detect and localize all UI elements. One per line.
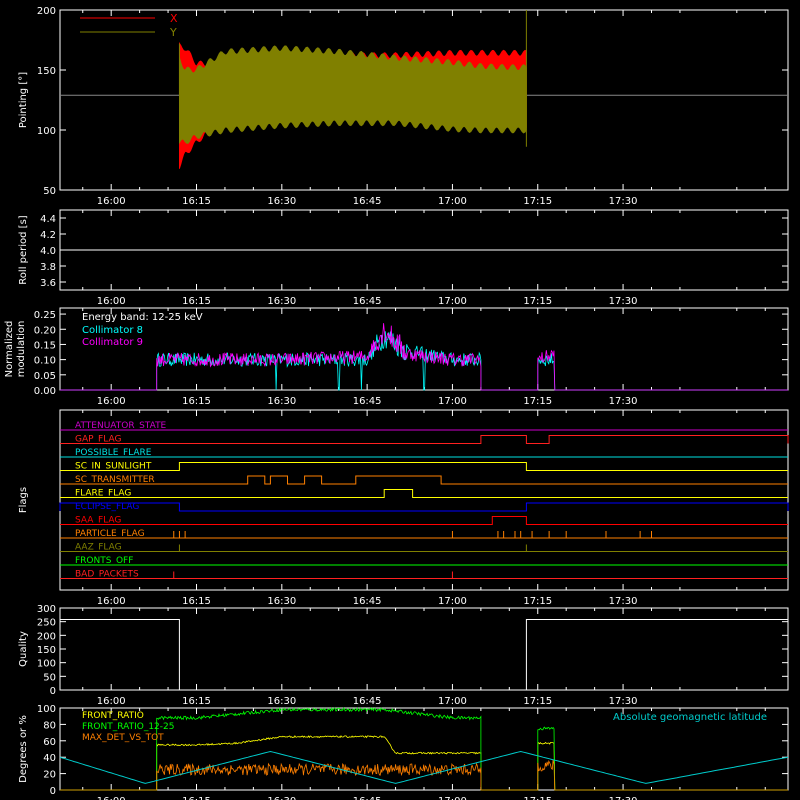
y-tick-label: 0.20 <box>34 325 56 336</box>
x-tick-label: 17:00 <box>438 196 467 207</box>
x-tick-label: 17:15 <box>523 696 552 707</box>
legend-label-x: X <box>170 12 178 25</box>
x-tick-label: 16:30 <box>267 296 296 307</box>
y-axis-label: Roll period [s] <box>18 215 29 284</box>
x-tick-label: 17:30 <box>609 396 638 407</box>
x-tick-label: 16:30 <box>267 396 296 407</box>
legend-label-front-ratio-12-25: FRONT_RATIO_12-25 <box>82 722 174 732</box>
y-tick-label: 100 <box>37 126 56 137</box>
x-tick-label: 17:15 <box>523 396 552 407</box>
y-tick-label: 50 <box>43 672 56 683</box>
energy-band-annotation: Energy band: 12-25 keV <box>82 312 203 323</box>
y-tick-label: 4.2 <box>40 230 56 241</box>
y-tick-label: 0 <box>50 686 56 697</box>
legend-label-front-ratio: FRONT_RATIO <box>82 711 144 721</box>
x-tick-label: 16:00 <box>97 596 126 607</box>
y-tick-label: 3.8 <box>40 262 56 273</box>
x-tick-label: 16:15 <box>182 396 211 407</box>
y-tick-label: 0.15 <box>34 340 56 351</box>
x-tick-label: 17:30 <box>609 796 638 800</box>
x-tick-label: 17:30 <box>609 296 638 307</box>
y-tick-label: 250 <box>37 618 56 629</box>
x-tick-label: 16:00 <box>97 796 126 800</box>
x-tick-label: 16:15 <box>182 596 211 607</box>
legend-label-geomagnetic-latitude: Absolute geomagnetic latitude <box>613 712 767 723</box>
y-tick-label: 100 <box>37 659 56 670</box>
summary-plot: 16:00 16:15 16:30 16:45 17:00 17:15 17:30 50 100… <box>0 0 800 800</box>
y-axis-label: Degrees or % <box>18 715 29 783</box>
y-tick-label: 4.4 <box>40 214 56 225</box>
y-axis-label: Pointing [°] <box>18 72 29 128</box>
y-tick-label: 0 <box>50 786 56 797</box>
x-tick-label: 16:45 <box>353 596 382 607</box>
legend-label-collimator-9: Collimator 9 <box>82 337 143 348</box>
x-tick-label: 16:45 <box>353 696 382 707</box>
x-tick-label: 16:00 <box>97 196 126 207</box>
x-tick-label: 17:30 <box>609 596 638 607</box>
y-tick-label: 150 <box>37 66 56 77</box>
x-tick-label: 17:15 <box>523 196 552 207</box>
x-tick-label: 17:30 <box>609 196 638 207</box>
x-tick-label: 17:30 <box>609 696 638 707</box>
x-tick-label: 16:00 <box>97 396 126 407</box>
x-tick-label: 16:15 <box>182 196 211 207</box>
x-tick-label: 16:45 <box>353 396 382 407</box>
y-tick-label: 300 <box>37 604 56 615</box>
x-tick-label: 17:15 <box>523 796 552 800</box>
x-tick-label: 16:00 <box>97 296 126 307</box>
y-tick-label: 0.05 <box>34 371 56 382</box>
x-tick-label: 17:00 <box>438 696 467 707</box>
x-tick-label: 16:45 <box>353 296 382 307</box>
x-tick-label: 17:00 <box>438 596 467 607</box>
y-tick-label: 50 <box>43 186 56 197</box>
x-tick-label: 17:00 <box>438 296 467 307</box>
x-tick-label: 17:15 <box>523 596 552 607</box>
y-tick-label: 0.25 <box>34 310 56 321</box>
legend-label-y: Y <box>169 26 177 39</box>
y-tick-label: 0.10 <box>34 356 56 367</box>
x-tick-label: 16:30 <box>267 796 296 800</box>
y-tick-label: 200 <box>37 6 56 17</box>
x-tick-label: 17:15 <box>523 296 552 307</box>
x-tick-label: 17:00 <box>438 396 467 407</box>
x-tick-label: 16:30 <box>267 696 296 707</box>
y-tick-label: 60 <box>43 737 56 748</box>
x-tick-label: 16:30 <box>267 596 296 607</box>
y-tick-label: 20 <box>43 770 56 781</box>
x-tick-label: 16:45 <box>353 796 382 800</box>
x-tick-label: 16:15 <box>182 796 211 800</box>
x-tick-label: 16:30 <box>267 196 296 207</box>
y-tick-label: 80 <box>43 720 56 731</box>
legend-label-collimator-8: Collimator 8 <box>82 325 143 336</box>
y-tick-label: 0.00 <box>34 386 56 397</box>
y-tick-label: 40 <box>43 753 56 764</box>
x-tick-label: 16:15 <box>182 696 211 707</box>
y-axis-label: Quality <box>18 631 29 667</box>
x-tick-label: 16:00 <box>97 696 126 707</box>
y-axis-label: modulation <box>16 321 27 378</box>
x-tick-label: 16:45 <box>353 196 382 207</box>
y-tick-label: 3.6 <box>40 278 56 289</box>
x-tick-label: 17:00 <box>438 796 467 800</box>
x-tick-label: 16:15 <box>182 296 211 307</box>
legend-label-max-det-vs-tot: MAX_DET_VS_TOT <box>82 733 164 743</box>
y-axis-label: Flags <box>18 487 29 513</box>
y-tick-label: 100 <box>37 704 56 715</box>
y-axis-label: Normalized <box>4 321 15 378</box>
y-tick-label: 4.0 <box>40 246 56 257</box>
y-tick-label: 200 <box>37 631 56 642</box>
y-tick-label: 150 <box>37 645 56 656</box>
